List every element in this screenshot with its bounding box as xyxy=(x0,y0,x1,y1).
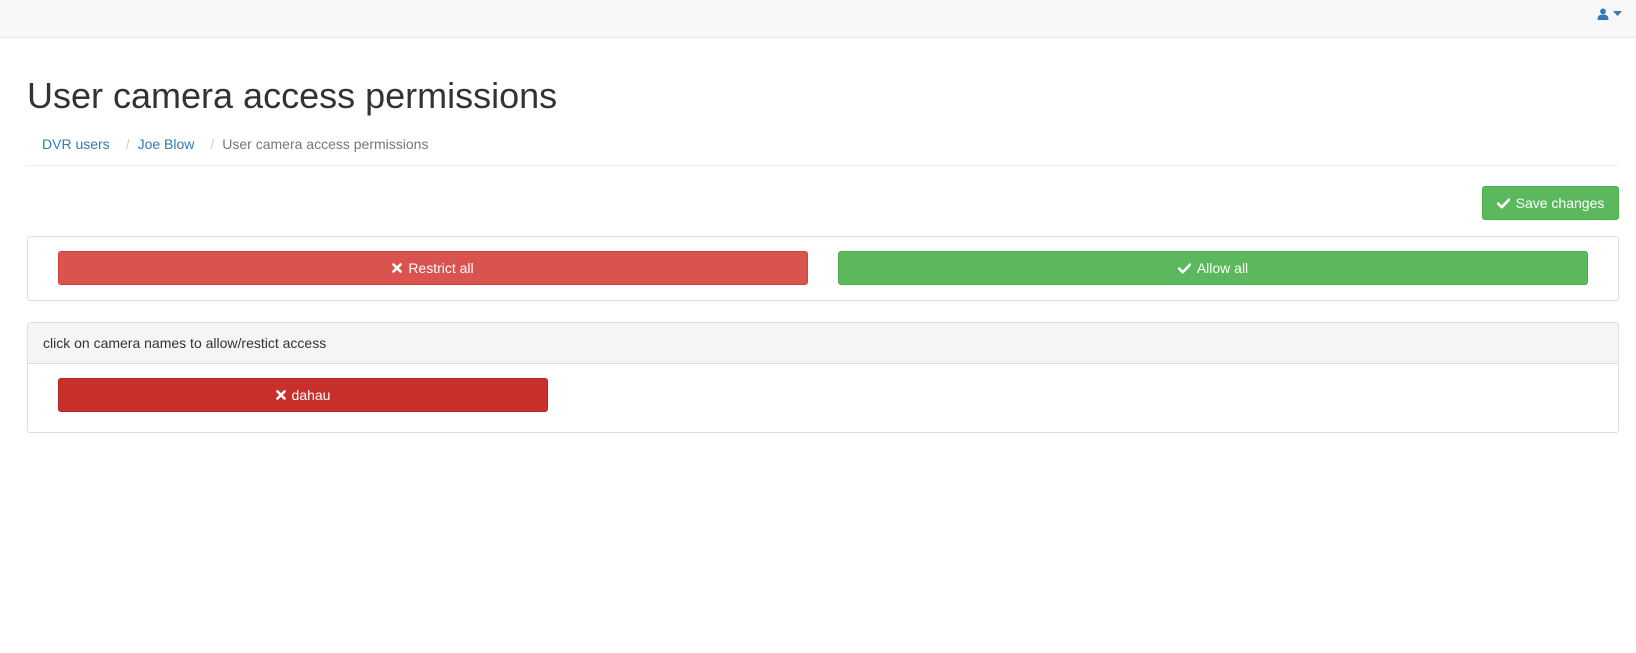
breadcrumb-link-dvr-users[interactable]: DVR users xyxy=(42,132,110,156)
save-changes-label: Save changes xyxy=(1515,195,1605,211)
top-navbar xyxy=(0,0,1636,38)
caret-down-icon xyxy=(1613,11,1622,17)
breadcrumb-link-joe-blow[interactable]: Joe Blow xyxy=(138,132,195,156)
camera-name: dahau xyxy=(291,387,331,403)
camera-toggle-button[interactable]: dahau xyxy=(58,378,548,412)
restrict-all-label: Restrict all xyxy=(408,260,474,276)
check-icon xyxy=(1177,262,1191,274)
user-menu-dropdown[interactable] xyxy=(1597,4,1622,24)
user-icon xyxy=(1597,8,1609,20)
page-title: User camera access permissions xyxy=(27,75,558,116)
save-changes-button[interactable]: Save changes xyxy=(1482,186,1619,220)
breadcrumb-separator: / xyxy=(125,136,130,152)
x-icon xyxy=(275,390,286,400)
breadcrumb: DVR users / Joe Blow / User camera acces… xyxy=(27,132,1619,166)
restrict-all-button[interactable]: Restrict all xyxy=(58,251,808,285)
allow-all-button[interactable]: Allow all xyxy=(838,251,1588,285)
breadcrumb-separator: / xyxy=(210,136,215,152)
x-icon xyxy=(392,263,403,273)
cameras-panel-heading: click on camera names to allow/restict a… xyxy=(28,323,1618,364)
check-icon xyxy=(1496,197,1510,209)
allow-all-label: Allow all xyxy=(1196,260,1249,276)
breadcrumb-current: User camera access permissions xyxy=(222,136,429,152)
